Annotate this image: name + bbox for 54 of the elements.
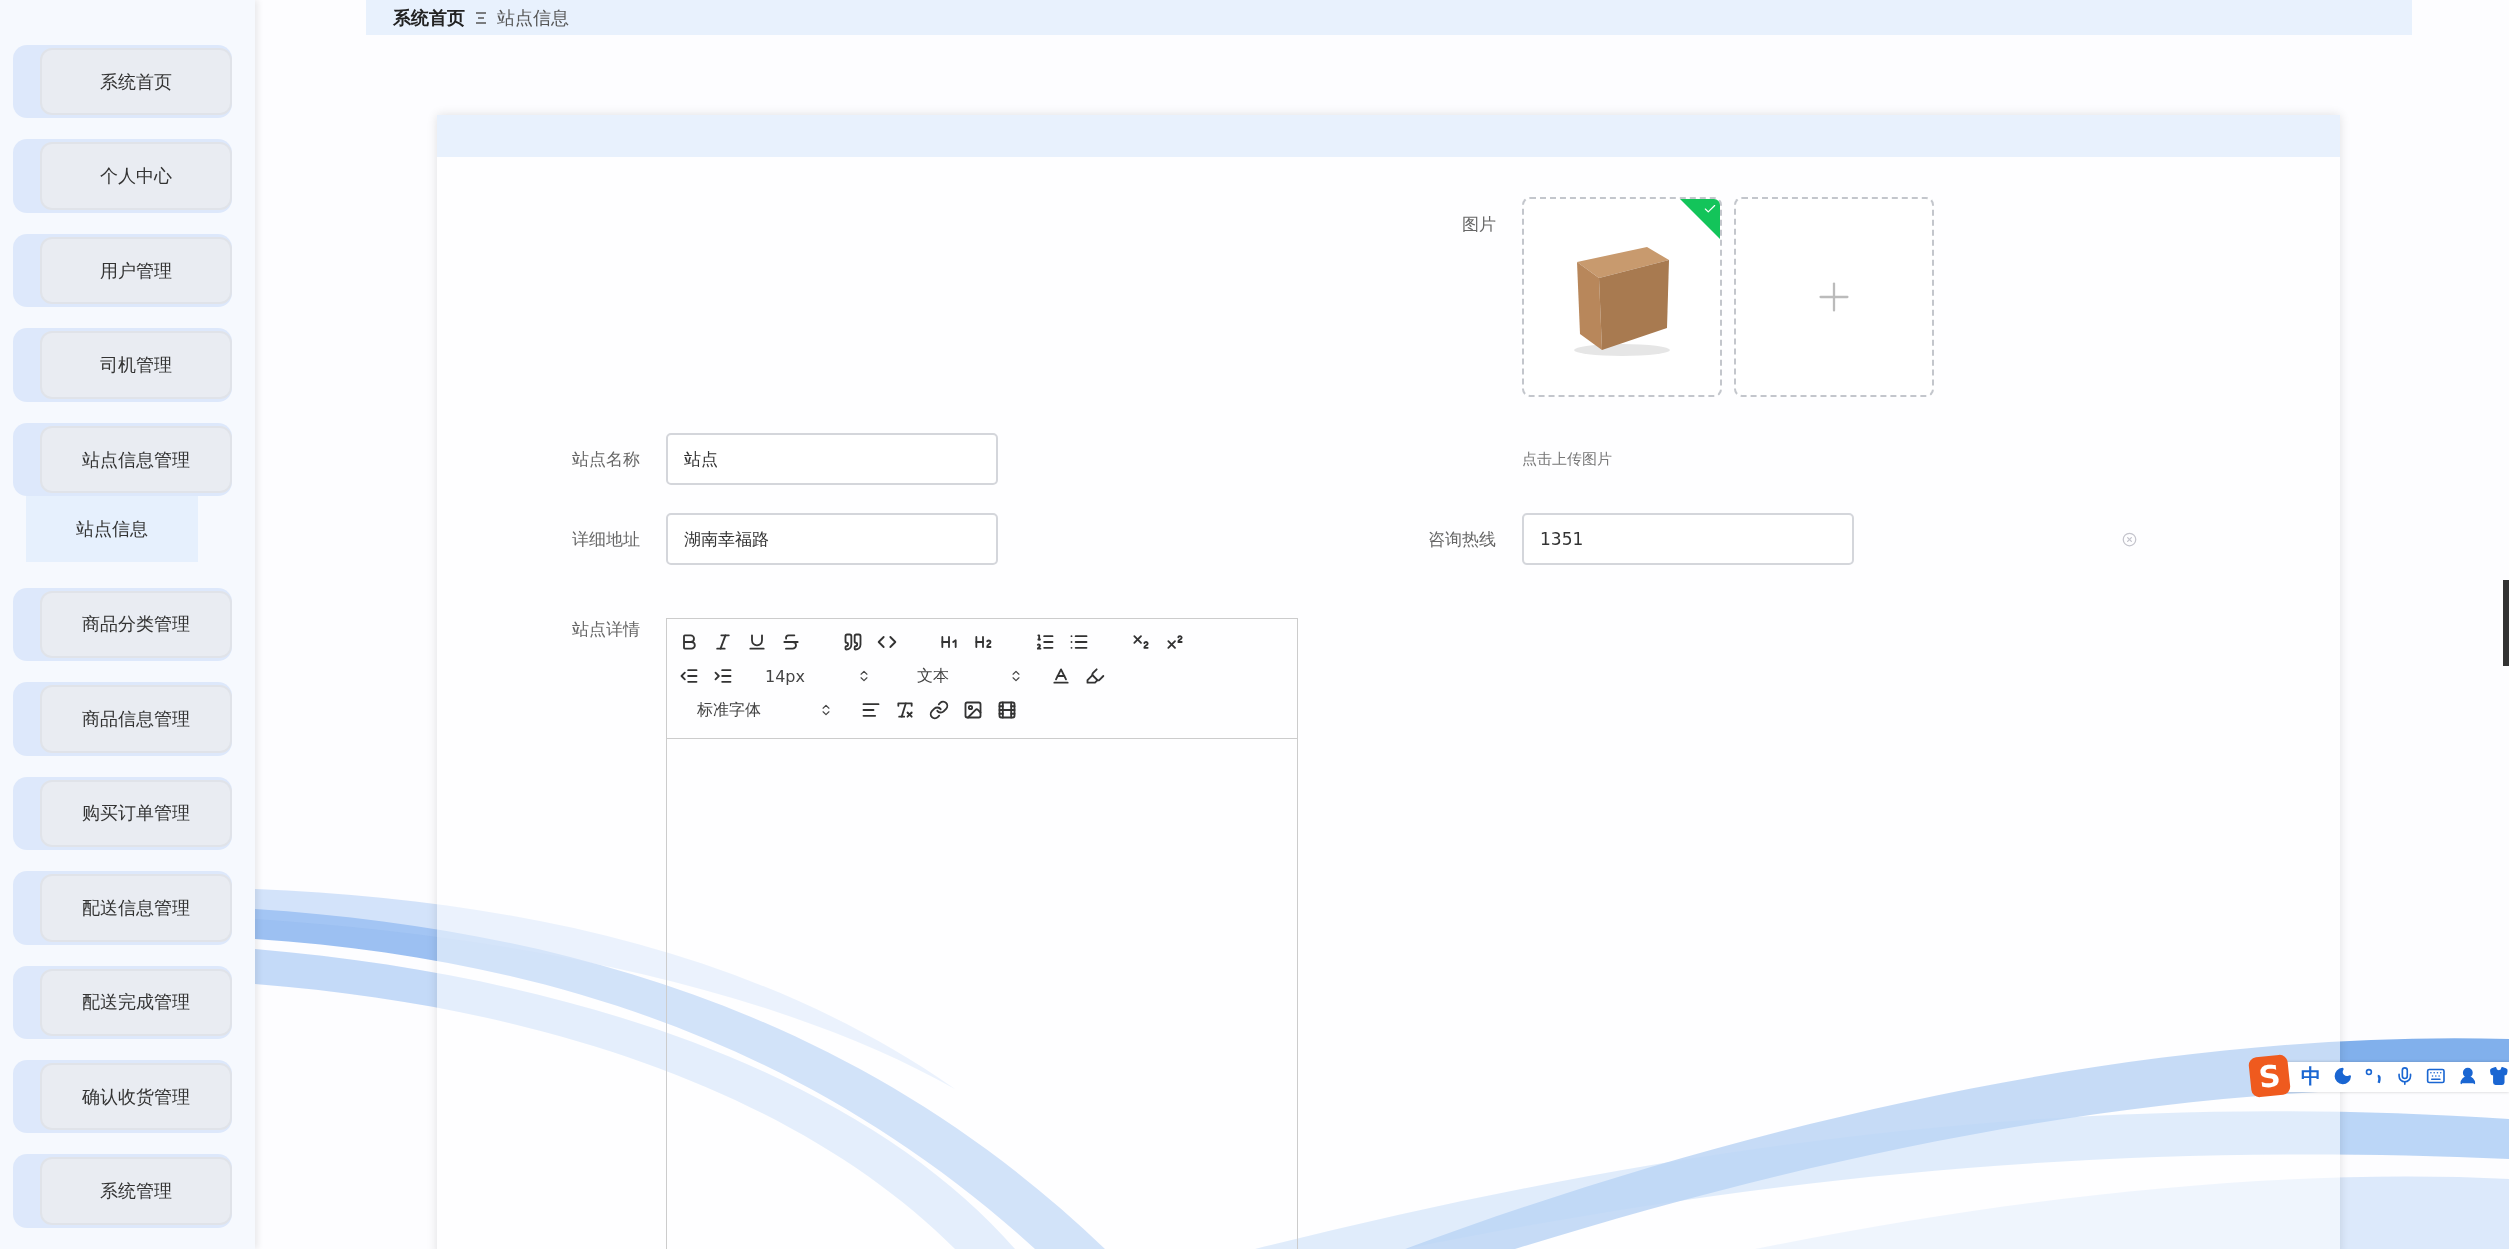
indent-icon[interactable] [713,666,733,686]
font-size-select[interactable]: 14px [761,666,871,686]
superscript-icon[interactable] [1165,632,1185,652]
italic-icon[interactable] [713,632,733,652]
menu-item[interactable]: 商品分类管理 [13,587,232,662]
moon-icon[interactable] [2333,1066,2353,1086]
input-method-logo: S [2248,1054,2292,1098]
subscript-icon[interactable] [1131,632,1151,652]
quote-icon[interactable] [843,632,863,652]
field-label: 站点名称 [572,448,640,471]
align-left-icon[interactable] [861,700,881,720]
menu-item[interactable]: 商品信息管理 [13,682,232,756]
bullet-list-icon[interactable] [1069,632,1089,652]
user-icon[interactable] [2457,1066,2478,1086]
select-arrow-icon [1009,669,1023,683]
menu-item[interactable]: 司机管理 [13,328,232,402]
field-label: 站点详情 [572,618,640,641]
underline-icon[interactable] [747,632,767,652]
menu-item[interactable]: 系统首页 [13,45,232,119]
upload-hint: 点击上传图片 [1522,449,1613,470]
input-field[interactable]: 站点 [666,433,998,485]
highlight-icon[interactable] [1085,666,1105,686]
input-field[interactable]: 1351 [1522,513,1854,565]
breadcrumb-current: 站点信息 [497,5,569,30]
video-icon[interactable] [997,700,1017,720]
input-field[interactable]: 湖南幸福路 [666,513,998,565]
keyboard-icon[interactable] [2426,1066,2446,1086]
text-style-select[interactable]: 文本 [913,665,1023,687]
shirt-icon[interactable] [2489,1066,2509,1086]
breadcrumb-link[interactable]: 系统首页 [393,5,465,30]
field-label: 详细地址 [572,528,640,551]
link-icon[interactable] [929,700,949,720]
menu-item[interactable]: 购买订单管理 [13,776,232,851]
separator-icon [475,10,487,25]
clear-format-icon[interactable] [895,700,915,720]
menu-item[interactable]: 配送信息管理 [13,871,232,945]
font-color-icon[interactable] [1051,666,1071,686]
menu-item[interactable]: 个人中心 [13,139,232,213]
menu-item[interactable]: 用户管理 [13,233,232,308]
image-icon[interactable] [963,700,983,720]
menu-item[interactable]: 系统管理 [13,1154,232,1228]
field-label: 咨询热线 [1428,528,1496,551]
menu-item[interactable]: 配送完成管理 [13,965,232,1039]
input-mode-toggle[interactable]: 中 [2301,1062,2322,1090]
menu-item[interactable]: 确认收货管理 [13,1060,232,1134]
outdent-icon[interactable] [679,666,699,686]
ordered-list-icon[interactable] [1035,632,1055,652]
rich-text-editor[interactable]: 14px 文本 标准字体 [666,618,1298,1249]
punctuation-icon[interactable] [2364,1066,2383,1086]
strikethrough-icon[interactable] [781,632,801,652]
font-family-select[interactable]: 标准字体 [693,699,833,721]
menu-item[interactable]: 站点信息管理 [13,422,232,497]
submenu-item[interactable]: 站点信息 [26,496,198,562]
field-label: 图片 [1462,213,1496,236]
